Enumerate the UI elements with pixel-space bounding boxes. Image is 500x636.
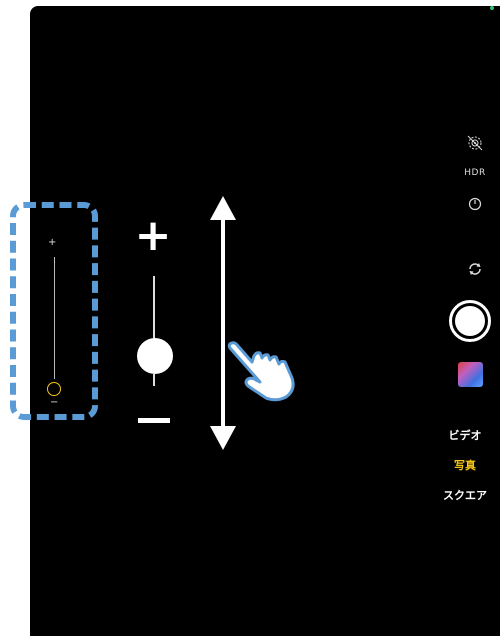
camera-viewfinder[interactable] <box>30 6 500 636</box>
enlarged-plus-label: + <box>134 210 172 261</box>
last-photo-thumbnail[interactable] <box>458 362 483 387</box>
swipe-hand-icon <box>226 340 298 402</box>
vertical-double-arrow-icon <box>208 196 238 450</box>
exposure-slider-knob[interactable] <box>47 382 61 396</box>
mode-photo[interactable]: 写真 <box>430 457 500 473</box>
live-photo-off-icon[interactable] <box>464 135 486 151</box>
enlarged-minus-label <box>138 418 170 423</box>
status-indicator <box>490 6 494 10</box>
timer-icon[interactable] <box>463 197 487 215</box>
mode-square[interactable]: スクエア <box>430 487 500 503</box>
exposure-minus-label: − <box>50 397 59 408</box>
enlarged-slider-track-lower <box>153 374 155 386</box>
enlarged-slider-track <box>153 276 155 340</box>
switch-camera-icon[interactable] <box>463 261 487 281</box>
mode-video[interactable]: ビデオ <box>430 427 500 443</box>
hdr-toggle[interactable]: HDR <box>459 168 491 178</box>
exposure-slider-track[interactable] <box>54 257 55 379</box>
enlarged-slider-knob <box>137 338 173 374</box>
exposure-plus-label: + <box>48 237 57 248</box>
shutter-button[interactable] <box>449 300 491 342</box>
